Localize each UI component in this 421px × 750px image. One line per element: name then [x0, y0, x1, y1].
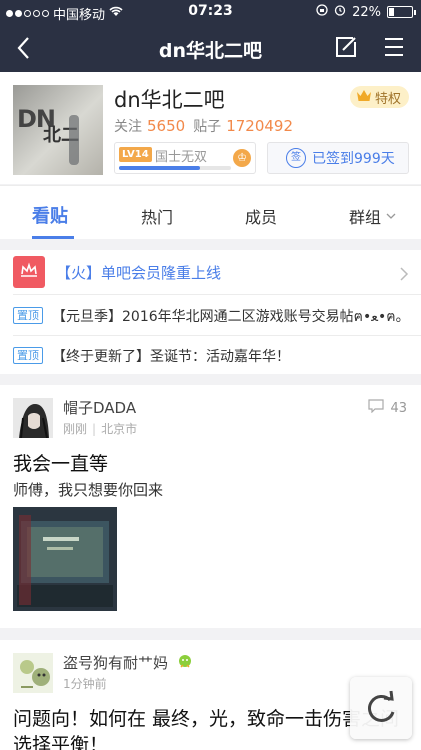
- pinned-title: 【元旦季】2016年华北网通二区游戏账号交易帖ฅ•ﻌ•ฅ。: [52, 309, 410, 325]
- tab-hot[interactable]: 热门: [141, 204, 173, 228]
- post-meta: 1分钟前: [63, 675, 107, 692]
- post-card[interactable]: 帽子DADA 刚刚 | 北京市 43 我会一直等 师傅，我只想要你回来: [0, 385, 421, 628]
- alarm-icon: [334, 4, 346, 20]
- top-bar: 中国移动 07:23 22% dn华北二吧: [0, 0, 421, 72]
- forum-cover-image[interactable]: DN 北二: [13, 85, 103, 175]
- posts-count: 1720492: [226, 117, 293, 135]
- level-badge: LV14: [119, 147, 152, 162]
- menu-icon[interactable]: [383, 36, 405, 58]
- forum-header: DN 北二 dn华北二吧 关注 5650 贴子 1720492 特权 LV14 国士无…: [0, 72, 421, 184]
- medal-icon: ♔: [233, 149, 251, 167]
- tab-posts[interactable]: 看贴: [32, 202, 68, 228]
- crown-icon: [356, 89, 372, 106]
- sign-in-label: 已签到999天: [312, 151, 395, 167]
- rotation-lock-icon: [316, 4, 328, 20]
- promo-text: 【火】单吧会员隆重上线: [56, 264, 222, 282]
- battery-level: [389, 8, 394, 16]
- member-level[interactable]: LV14 国士无双 ♔: [114, 142, 256, 174]
- reply-count: 43: [368, 399, 407, 417]
- promo-crown-icon: [13, 256, 45, 288]
- post-meta: 刚刚 | 北京市: [63, 422, 138, 436]
- battery-icon: [387, 6, 416, 18]
- avatar[interactable]: [13, 398, 53, 438]
- vip-privilege-button[interactable]: 特权: [349, 86, 409, 108]
- pinned-badge: 置顶: [13, 347, 43, 364]
- pinned-post[interactable]: 置顶 【元旦季】2016年华北网通二区游戏账号交易帖ฅ•ﻌ•ฅ。: [0, 295, 421, 335]
- post-title: 我会一直等: [13, 453, 109, 475]
- pinned-post[interactable]: 置顶 【终于更新了】圣诞节：活动嘉年华！: [0, 335, 421, 375]
- forum-name: dn华北二吧: [114, 88, 225, 112]
- post-image[interactable]: [13, 507, 117, 611]
- level-name: 国士无双: [155, 150, 208, 165]
- post-time: 1分钟前: [63, 677, 107, 691]
- sign-icon: 签: [286, 148, 306, 168]
- forum-stats: 关注 5650 贴子 1720492: [114, 117, 293, 135]
- post-author[interactable]: 帽子DADA: [63, 397, 136, 418]
- edit-icon[interactable]: [333, 34, 359, 60]
- post-time: 刚刚: [63, 422, 88, 436]
- post-author[interactable]: 盗号狗有耐艹妈: [63, 652, 193, 674]
- pinned-badge: 置顶: [13, 307, 43, 324]
- tab-groups[interactable]: 群组: [349, 204, 381, 228]
- chevron-down-icon[interactable]: [386, 206, 396, 219]
- tab-members[interactable]: 成员: [245, 204, 277, 228]
- tab-bar: 看贴 热门 成员 群组: [0, 185, 421, 239]
- comment-icon: [368, 399, 385, 417]
- post-location: 北京市: [101, 422, 138, 436]
- refresh-icon: [350, 690, 412, 743]
- post-title: 问题向！如何在 最终，光，致命一击伤害之间选择平衡！: [13, 708, 400, 750]
- avatar[interactable]: [13, 653, 53, 693]
- sign-in-button[interactable]: 签 已签到999天: [267, 142, 409, 174]
- pinned-title: 【终于更新了】圣诞节：活动嘉年华！: [52, 349, 290, 365]
- nav-bar: dn华北二吧: [0, 24, 421, 72]
- post-body: 师傅，我只想要你回来: [13, 481, 164, 499]
- battery-percent: 22%: [352, 4, 381, 20]
- status-bar: 中国移动 07:23 22%: [0, 0, 421, 24]
- active-tab-indicator: [32, 236, 74, 239]
- promo-banner[interactable]: 【火】单吧会员隆重上线: [0, 250, 421, 294]
- follow-count: 5650: [147, 117, 186, 135]
- notice-section: 【火】单吧会员隆重上线 置顶 【元旦季】2016年华北网通二区游戏账号交易帖ฅ•…: [0, 250, 421, 374]
- member-badge-icon: [177, 654, 193, 674]
- refresh-button[interactable]: [350, 677, 412, 739]
- chevron-right-icon: [399, 266, 409, 281]
- level-progress-bar: [119, 166, 231, 170]
